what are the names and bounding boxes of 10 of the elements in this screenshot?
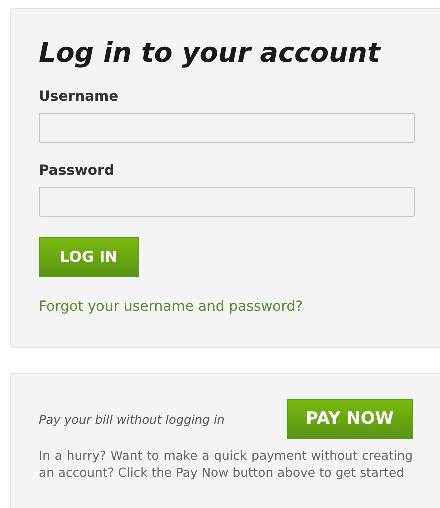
pay-prompt: Pay your bill without logging in <box>39 413 225 427</box>
username-field[interactable] <box>39 113 415 143</box>
login-title: Log in to your account <box>39 39 380 69</box>
login-button[interactable]: LOG IN <box>39 237 139 277</box>
field-label: Password <box>39 163 114 179</box>
pay-now-button[interactable]: PAY NOW <box>287 399 413 439</box>
password-field[interactable] <box>39 187 415 217</box>
forgot-credentials-link[interactable]: Forgot your username and password? <box>39 299 304 315</box>
pay-description: In a hurry? Want to make a quick payment without creating an account? Click the Pay Now button above to get started <box>39 447 413 481</box>
field-label: Username <box>39 89 119 105</box>
